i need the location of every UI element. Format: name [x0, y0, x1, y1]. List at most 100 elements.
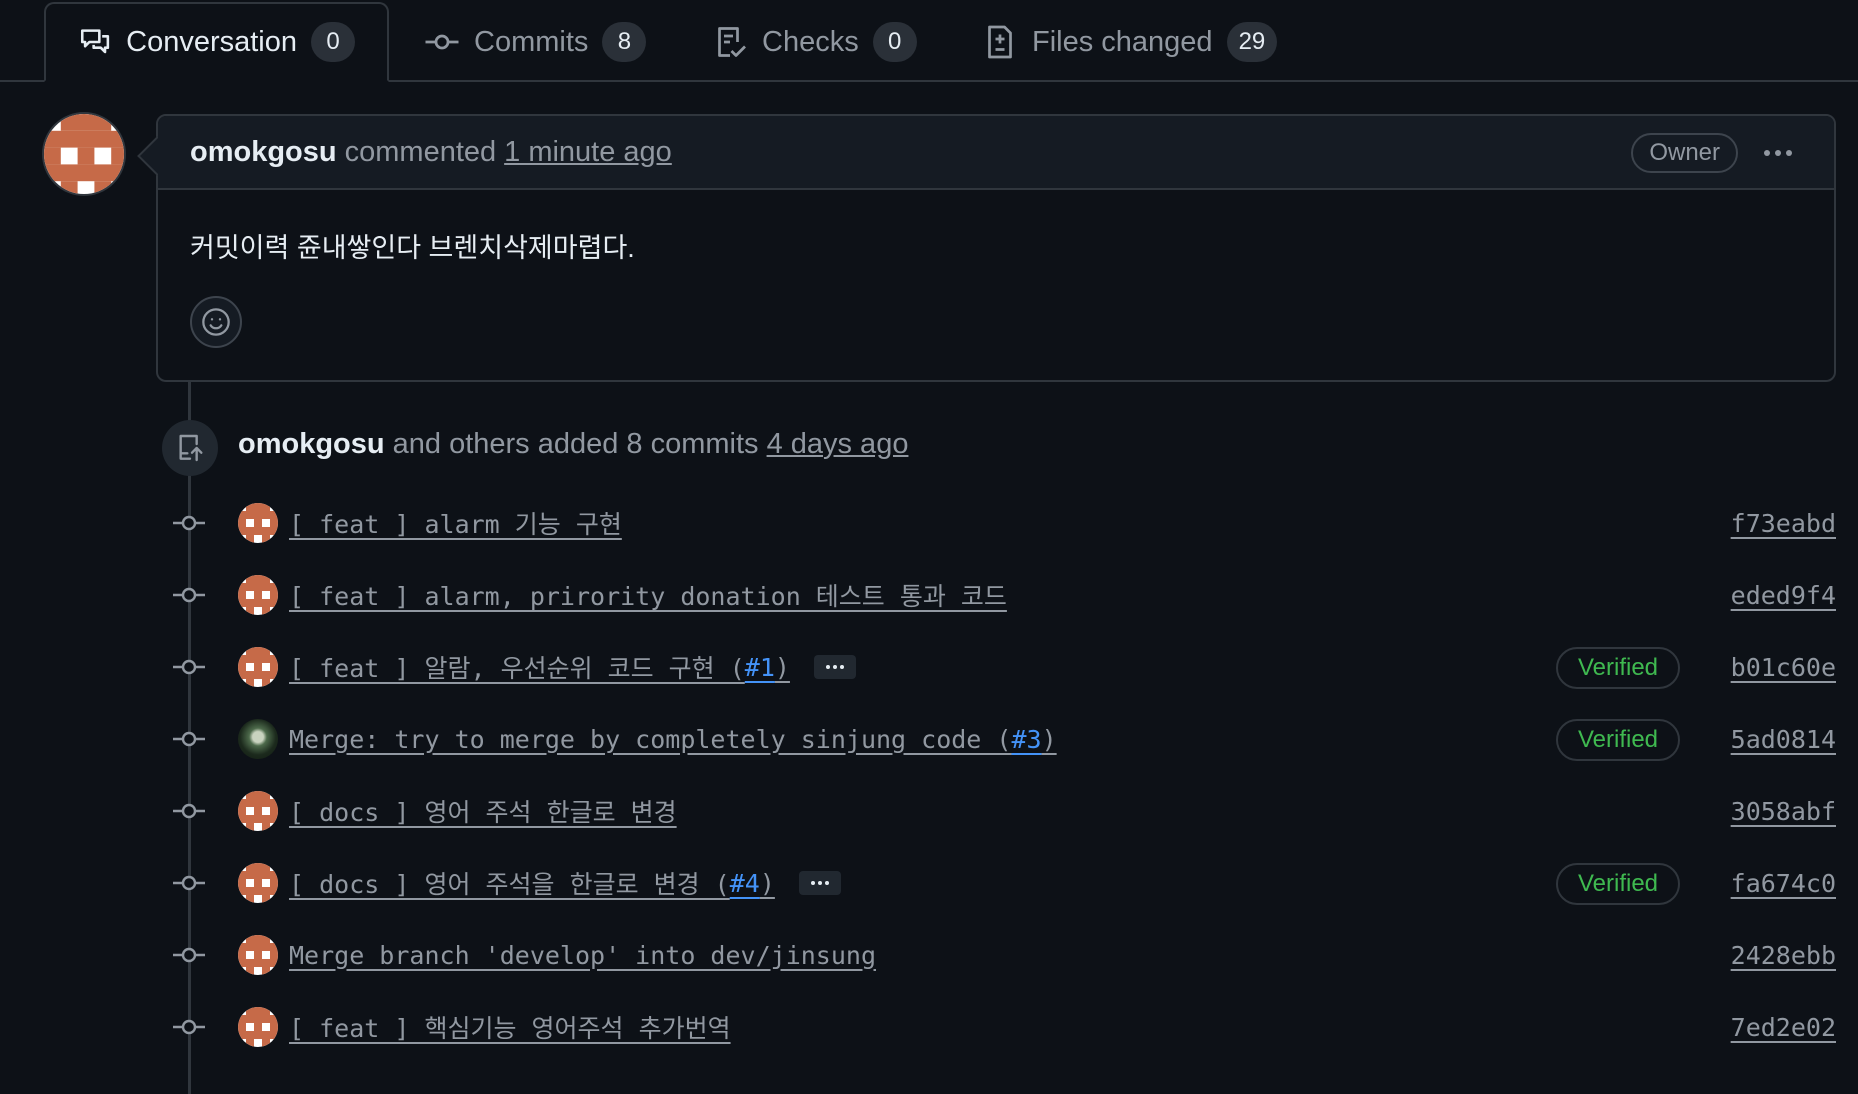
- commit-author-avatar[interactable]: [238, 503, 278, 543]
- commit-author-avatar[interactable]: [238, 575, 278, 615]
- commit-row: [ feat ] 핵심기능 영어주석 추가번역 7ed2e02: [0, 997, 1858, 1057]
- commit-row: [ docs ] 영어 주석 한글로 변경 3058abf: [0, 781, 1858, 841]
- commit-message: [ feat ] alarm, prirority_donation 테스트 통…: [289, 577, 1007, 613]
- expand-commit-message-button[interactable]: [798, 871, 841, 895]
- pull-request-ref-link[interactable]: #3: [1011, 725, 1041, 754]
- commit-message-link[interactable]: [ feat ] alarm 기능 구현: [289, 505, 622, 541]
- comment-discussion-icon: [80, 29, 110, 54]
- verified-badge[interactable]: Verified: [1556, 647, 1680, 689]
- identicon-image: [238, 791, 278, 831]
- commit-message: Merge: try to merge by completely sinjun…: [289, 721, 1057, 757]
- tab-label: Checks: [762, 25, 859, 58]
- identicon-image: [238, 647, 278, 687]
- verified-badge[interactable]: Verified: [1556, 863, 1680, 905]
- tab-files-changed[interactable]: Files changed 29: [950, 2, 1309, 82]
- ellipsis-dot-icon: [825, 665, 830, 669]
- commit-sha-link[interactable]: 5ad0814: [1731, 721, 1836, 757]
- comment-box: omokgosu commented 1 minute ago Owner 커밋…: [156, 114, 1836, 382]
- git-commit-icon: [172, 659, 206, 675]
- identicon-image: [238, 1007, 278, 1047]
- commit-message-link[interactable]: [ docs ] 영어 주석 한글로 변경: [289, 793, 677, 829]
- commit-message: [ docs ] 영어 주석 한글로 변경: [289, 793, 677, 829]
- git-commit-icon: [172, 731, 206, 747]
- tab-counter: 0: [311, 22, 355, 62]
- push-author-link[interactable]: omokgosu: [238, 428, 385, 461]
- commit-sha-link[interactable]: 3058abf: [1731, 793, 1836, 829]
- kebab-dot-icon: [1775, 150, 1781, 156]
- commit-message-link[interactable]: Merge branch 'develop' into dev/jinsung: [289, 941, 876, 970]
- pr-tab-bar: Conversation 0 Commits 8 Checks 0 Files …: [0, 0, 1858, 82]
- ellipsis-dot-icon: [832, 665, 837, 669]
- pull-request-ref-link[interactable]: #1: [745, 653, 775, 682]
- owner-badge: Owner: [1631, 133, 1738, 173]
- commit-sha-link[interactable]: f73eabd: [1731, 505, 1836, 541]
- identicon-image: [238, 503, 278, 543]
- commit-message-link[interactable]: [ feat ] 핵심기능 영어주석 추가번역: [289, 1009, 731, 1045]
- commit-message-link[interactable]: [ feat ] alarm, prirority_donation 테스트 통…: [289, 577, 1007, 613]
- comment-author-link[interactable]: omokgosu: [190, 136, 337, 169]
- tab-counter: 29: [1226, 22, 1278, 62]
- smiley-icon: [202, 308, 230, 336]
- ellipsis-dot-icon: [824, 881, 829, 885]
- tab-counter: 8: [602, 22, 647, 62]
- push-event-text: and others added 8 commits: [392, 427, 759, 460]
- tab-checks[interactable]: Checks 0: [680, 2, 949, 82]
- comment-timestamp-link[interactable]: 1 minute ago: [504, 136, 672, 169]
- comment-author-avatar[interactable]: [42, 112, 126, 196]
- tab-conversation[interactable]: Conversation 0: [44, 2, 389, 82]
- git-commit-icon: [172, 803, 206, 819]
- commit-sha-link[interactable]: eded9f4: [1731, 577, 1836, 613]
- commit-author-avatar[interactable]: [238, 935, 278, 975]
- comment-verb: commented: [344, 135, 497, 168]
- commit-sha-link[interactable]: b01c60e: [1731, 649, 1836, 685]
- commit-message: [ feat ] 알람, 우선순위 코드 구현 (#1): [289, 649, 856, 685]
- commit-author-avatar[interactable]: [238, 791, 278, 831]
- tab-label: Commits: [474, 25, 589, 58]
- commit-row: [ feat ] alarm, prirority_donation 테스트 통…: [0, 565, 1858, 625]
- tab-label: Conversation: [126, 25, 297, 58]
- identicon-image: [44, 114, 124, 194]
- identicon-image: [238, 935, 278, 975]
- tab-commits[interactable]: Commits 8: [392, 2, 678, 82]
- commit-author-avatar[interactable]: [238, 863, 278, 903]
- commit-message: [ docs ] 영어 주석을 한글로 변경 (#4): [289, 865, 841, 901]
- commit-sha-link[interactable]: 2428ebb: [1731, 937, 1836, 973]
- git-commit-icon: [172, 875, 206, 891]
- commit-message-link[interactable]: [ feat ] 알람, 우선순위 코드 구현 (: [289, 649, 745, 685]
- commit-row: [ feat ] alarm 기능 구현 f73eabd: [0, 493, 1858, 553]
- ellipsis-dot-icon: [810, 881, 815, 885]
- identicon-image: [238, 863, 278, 903]
- commit-row: Merge: try to merge by completely sinjun…: [0, 709, 1858, 769]
- add-reaction-button[interactable]: [190, 296, 242, 348]
- git-commit-icon: [172, 515, 206, 531]
- ellipsis-dot-icon: [839, 665, 844, 669]
- tab-counter: 0: [872, 22, 917, 62]
- commit-row: [ docs ] 영어 주석을 한글로 변경 (#4) Verified fa674…: [0, 853, 1858, 913]
- kebab-dot-icon: [1764, 150, 1770, 156]
- commit-author-avatar[interactable]: [238, 719, 278, 759]
- push-event-summary: omokgosu and others added 8 commits 4 da…: [238, 424, 908, 464]
- git-commit-icon: [425, 34, 459, 50]
- verified-badge[interactable]: Verified: [1556, 719, 1680, 761]
- push-timestamp-link[interactable]: 4 days ago: [767, 428, 909, 461]
- comment-options-button[interactable]: [1758, 136, 1798, 170]
- commit-message-link[interactable]: [ docs ] 영어 주석을 한글로 변경 (: [289, 865, 730, 901]
- checklist-icon: [718, 27, 746, 57]
- closing-paren: ): [1041, 724, 1057, 754]
- commit-sha-link[interactable]: 7ed2e02: [1731, 1009, 1836, 1045]
- commit-sha-link[interactable]: fa674c0: [1731, 865, 1836, 901]
- git-commit-icon: [172, 947, 206, 963]
- git-commit-icon: [172, 1019, 206, 1035]
- commit-author-avatar[interactable]: [238, 1007, 278, 1047]
- pull-request-page: Conversation 0 Commits 8 Checks 0 Files …: [0, 0, 1858, 1094]
- pull-request-ref-link[interactable]: #4: [730, 869, 760, 898]
- commit-message: [ feat ] alarm 기능 구현: [289, 505, 622, 541]
- tab-label: Files changed: [1032, 25, 1213, 58]
- closing-paren: ): [774, 652, 790, 682]
- commit-author-avatar[interactable]: [238, 647, 278, 687]
- commit-row: Merge branch 'develop' into dev/jinsung 2…: [0, 925, 1858, 985]
- ellipsis-dot-icon: [817, 881, 822, 885]
- expand-commit-message-button[interactable]: [813, 655, 856, 679]
- commit-message-link[interactable]: Merge: try to merge by completely sinjun…: [289, 725, 1011, 754]
- git-commit-icon: [172, 587, 206, 603]
